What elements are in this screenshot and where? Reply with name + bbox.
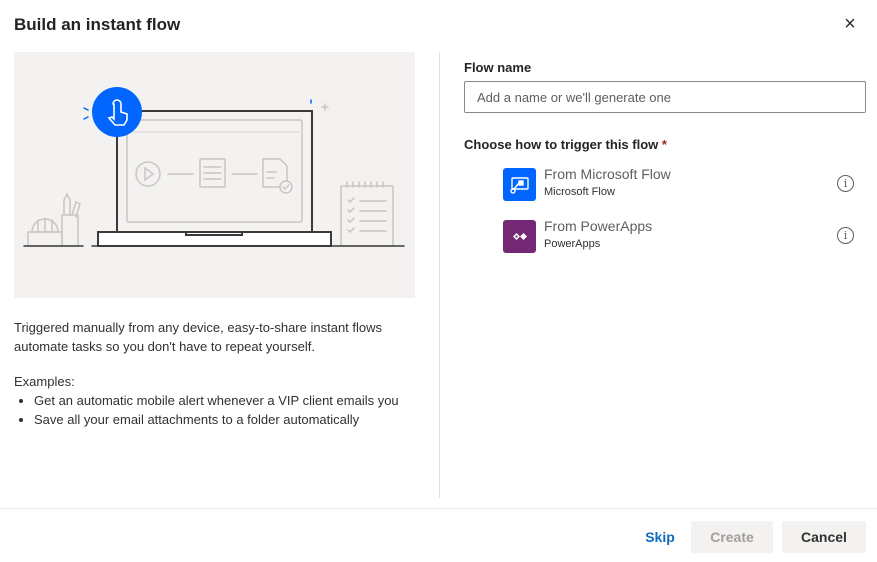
dialog-title: Build an instant flow [14, 15, 181, 34]
info-icon[interactable]: i [837, 175, 854, 192]
flow-name-label: Flow name [464, 60, 532, 75]
option-subtitle: Microsoft Flow [544, 186, 615, 198]
powerapps-icon [503, 220, 536, 253]
create-button[interactable]: Create [691, 521, 773, 553]
examples: Examples: Get an automatic mobile alert … [14, 372, 399, 429]
microsoft-flow-icon [503, 168, 536, 201]
option-title: From Microsoft Flow [544, 166, 671, 182]
skip-button[interactable]: Skip [640, 521, 680, 553]
illustration [14, 52, 415, 298]
option-subtitle: PowerApps [544, 238, 601, 250]
info-icon[interactable]: i [837, 227, 854, 244]
examples-label: Examples: [14, 374, 75, 389]
flow-name-input[interactable] [464, 81, 866, 113]
example-item: Get an automatic mobile alert whenever a… [34, 391, 399, 410]
trigger-option-powerapps[interactable]: From PowerApps PowerApps i [503, 218, 866, 254]
close-icon[interactable]: × [840, 14, 860, 34]
trigger-label: Choose how to trigger this flow * [464, 137, 667, 152]
example-item: Save all your email attachments to a fol… [34, 410, 399, 429]
cancel-button[interactable]: Cancel [782, 521, 866, 553]
vertical-divider [439, 52, 440, 498]
trigger-option-microsoft-flow[interactable]: From Microsoft Flow Microsoft Flow i [503, 166, 866, 202]
trigger-label-text: Choose how to trigger this flow [464, 137, 659, 152]
description: Triggered manually from any device, easy… [14, 320, 383, 354]
option-title: From PowerApps [544, 218, 653, 234]
footer-divider [0, 508, 877, 509]
required-mark: * [661, 137, 667, 152]
